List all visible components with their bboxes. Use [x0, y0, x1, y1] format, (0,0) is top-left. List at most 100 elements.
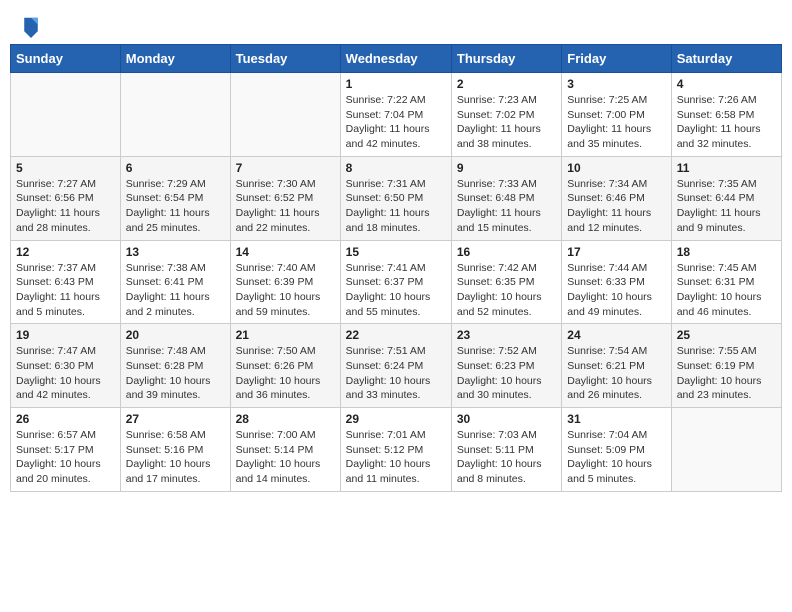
calendar-cell: 17 Sunrise: 7:44 AM Sunset: 6:33 PM Dayli…	[562, 240, 671, 324]
calendar-cell: 23 Sunrise: 7:52 AM Sunset: 6:23 PM Dayli…	[451, 324, 561, 408]
cell-info: Sunrise: 6:58 AM Sunset: 5:16 PM Dayligh…	[126, 428, 225, 487]
logo-icon	[22, 16, 40, 38]
calendar-week-row: 1 Sunrise: 7:22 AM Sunset: 7:04 PM Daylig…	[11, 73, 782, 157]
cell-date: 3	[567, 77, 665, 91]
cell-date: 22	[346, 328, 446, 342]
cell-date: 12	[16, 245, 115, 259]
calendar-cell: 6 Sunrise: 7:29 AM Sunset: 6:54 PM Daylig…	[120, 156, 230, 240]
calendar-cell: 12 Sunrise: 7:37 AM Sunset: 6:43 PM Dayli…	[11, 240, 121, 324]
cell-info: Sunrise: 7:47 AM Sunset: 6:30 PM Dayligh…	[16, 344, 115, 403]
cell-date: 6	[126, 161, 225, 175]
calendar-week-row: 5 Sunrise: 7:27 AM Sunset: 6:56 PM Daylig…	[11, 156, 782, 240]
calendar-cell: 22 Sunrise: 7:51 AM Sunset: 6:24 PM Dayli…	[340, 324, 451, 408]
cell-info: Sunrise: 7:45 AM Sunset: 6:31 PM Dayligh…	[677, 261, 776, 320]
cell-date: 20	[126, 328, 225, 342]
calendar-week-row: 26 Sunrise: 6:57 AM Sunset: 5:17 PM Dayli…	[11, 408, 782, 492]
calendar-table: SundayMondayTuesdayWednesdayThursdayFrid…	[10, 44, 782, 492]
cell-info: Sunrise: 7:41 AM Sunset: 6:37 PM Dayligh…	[346, 261, 446, 320]
calendar-cell: 31Sunrise: 7:04 AM Sunset: 5:09 PM Dayli…	[562, 408, 671, 492]
calendar-cell	[230, 73, 340, 157]
day-header-wednesday: Wednesday	[340, 45, 451, 73]
cell-date: 25	[677, 328, 776, 342]
cell-info: Sunrise: 7:30 AM Sunset: 6:52 PM Dayligh…	[236, 177, 335, 236]
calendar-header-row: SundayMondayTuesdayWednesdayThursdayFrid…	[11, 45, 782, 73]
calendar-cell: 5 Sunrise: 7:27 AM Sunset: 6:56 PM Daylig…	[11, 156, 121, 240]
cell-date: 15	[346, 245, 446, 259]
cell-date: 23	[457, 328, 556, 342]
cell-info: Sunrise: 7:01 AM Sunset: 5:12 PM Dayligh…	[346, 428, 446, 487]
cell-date: 1	[346, 77, 446, 91]
cell-date: 8	[346, 161, 446, 175]
cell-date: 31	[567, 412, 665, 426]
day-header-monday: Monday	[120, 45, 230, 73]
calendar-cell	[120, 73, 230, 157]
cell-info: Sunrise: 7:48 AM Sunset: 6:28 PM Dayligh…	[126, 344, 225, 403]
day-header-sunday: Sunday	[11, 45, 121, 73]
calendar-cell: 7 Sunrise: 7:30 AM Sunset: 6:52 PM Daylig…	[230, 156, 340, 240]
cell-info: Sunrise: 7:37 AM Sunset: 6:43 PM Dayligh…	[16, 261, 115, 320]
calendar-cell: 14 Sunrise: 7:40 AM Sunset: 6:39 PM Dayli…	[230, 240, 340, 324]
cell-info: Sunrise: 7:26 AM Sunset: 6:58 PM Dayligh…	[677, 93, 776, 152]
cell-info: Sunrise: 7:22 AM Sunset: 7:04 PM Dayligh…	[346, 93, 446, 152]
cell-date: 7	[236, 161, 335, 175]
cell-info: Sunrise: 7:51 AM Sunset: 6:24 PM Dayligh…	[346, 344, 446, 403]
cell-info: Sunrise: 7:29 AM Sunset: 6:54 PM Dayligh…	[126, 177, 225, 236]
calendar-cell: 3 Sunrise: 7:25 AM Sunset: 7:00 PM Daylig…	[562, 73, 671, 157]
cell-info: Sunrise: 7:38 AM Sunset: 6:41 PM Dayligh…	[126, 261, 225, 320]
page-header	[10, 10, 782, 44]
calendar-cell: 1 Sunrise: 7:22 AM Sunset: 7:04 PM Daylig…	[340, 73, 451, 157]
calendar-cell: 25 Sunrise: 7:55 AM Sunset: 6:19 PM Dayli…	[671, 324, 781, 408]
calendar-week-row: 19 Sunrise: 7:47 AM Sunset: 6:30 PM Dayli…	[11, 324, 782, 408]
cell-date: 16	[457, 245, 556, 259]
cell-date: 5	[16, 161, 115, 175]
day-header-tuesday: Tuesday	[230, 45, 340, 73]
cell-info: Sunrise: 7:33 AM Sunset: 6:48 PM Dayligh…	[457, 177, 556, 236]
cell-info: Sunrise: 7:25 AM Sunset: 7:00 PM Dayligh…	[567, 93, 665, 152]
cell-date: 24	[567, 328, 665, 342]
calendar-cell: 9 Sunrise: 7:33 AM Sunset: 6:48 PM Daylig…	[451, 156, 561, 240]
calendar-cell	[11, 73, 121, 157]
calendar-cell: 16Sunrise: 7:42 AM Sunset: 6:35 PM Dayli…	[451, 240, 561, 324]
calendar-cell: 11Sunrise: 7:35 AM Sunset: 6:44 PM Dayli…	[671, 156, 781, 240]
cell-date: 30	[457, 412, 556, 426]
cell-info: Sunrise: 7:40 AM Sunset: 6:39 PM Dayligh…	[236, 261, 335, 320]
calendar-cell: 29 Sunrise: 7:01 AM Sunset: 5:12 PM Dayli…	[340, 408, 451, 492]
cell-info: Sunrise: 7:31 AM Sunset: 6:50 PM Dayligh…	[346, 177, 446, 236]
cell-info: Sunrise: 7:52 AM Sunset: 6:23 PM Dayligh…	[457, 344, 556, 403]
cell-date: 19	[16, 328, 115, 342]
cell-date: 17	[567, 245, 665, 259]
cell-date: 28	[236, 412, 335, 426]
calendar-cell: 24 Sunrise: 7:54 AM Sunset: 6:21 PM Dayli…	[562, 324, 671, 408]
cell-date: 14	[236, 245, 335, 259]
cell-info: Sunrise: 7:27 AM Sunset: 6:56 PM Dayligh…	[16, 177, 115, 236]
day-header-thursday: Thursday	[451, 45, 561, 73]
calendar-cell: 15 Sunrise: 7:41 AM Sunset: 6:37 PM Dayli…	[340, 240, 451, 324]
cell-info: Sunrise: 7:00 AM Sunset: 5:14 PM Dayligh…	[236, 428, 335, 487]
calendar-cell: 28 Sunrise: 7:00 AM Sunset: 5:14 PM Dayli…	[230, 408, 340, 492]
cell-date: 18	[677, 245, 776, 259]
calendar-cell: 10Sunrise: 7:34 AM Sunset: 6:46 PM Dayli…	[562, 156, 671, 240]
cell-info: Sunrise: 7:50 AM Sunset: 6:26 PM Dayligh…	[236, 344, 335, 403]
cell-date: 10	[567, 161, 665, 175]
logo	[20, 18, 44, 38]
calendar-cell: 13 Sunrise: 7:38 AM Sunset: 6:41 PM Dayli…	[120, 240, 230, 324]
day-header-friday: Friday	[562, 45, 671, 73]
calendar-cell: 20 Sunrise: 7:48 AM Sunset: 6:28 PM Dayli…	[120, 324, 230, 408]
cell-info: Sunrise: 7:23 AM Sunset: 7:02 PM Dayligh…	[457, 93, 556, 152]
cell-info: Sunrise: 7:55 AM Sunset: 6:19 PM Dayligh…	[677, 344, 776, 403]
cell-date: 13	[126, 245, 225, 259]
day-header-saturday: Saturday	[671, 45, 781, 73]
cell-date: 26	[16, 412, 115, 426]
cell-date: 27	[126, 412, 225, 426]
cell-info: Sunrise: 6:57 AM Sunset: 5:17 PM Dayligh…	[16, 428, 115, 487]
cell-date: 9	[457, 161, 556, 175]
cell-info: Sunrise: 7:44 AM Sunset: 6:33 PM Dayligh…	[567, 261, 665, 320]
cell-date: 29	[346, 412, 446, 426]
cell-date: 11	[677, 161, 776, 175]
cell-info: Sunrise: 7:03 AM Sunset: 5:11 PM Dayligh…	[457, 428, 556, 487]
cell-info: Sunrise: 7:54 AM Sunset: 6:21 PM Dayligh…	[567, 344, 665, 403]
cell-date: 2	[457, 77, 556, 91]
cell-date: 21	[236, 328, 335, 342]
calendar-cell: 8 Sunrise: 7:31 AM Sunset: 6:50 PM Daylig…	[340, 156, 451, 240]
calendar-cell: 4Sunrise: 7:26 AM Sunset: 6:58 PM Daylig…	[671, 73, 781, 157]
